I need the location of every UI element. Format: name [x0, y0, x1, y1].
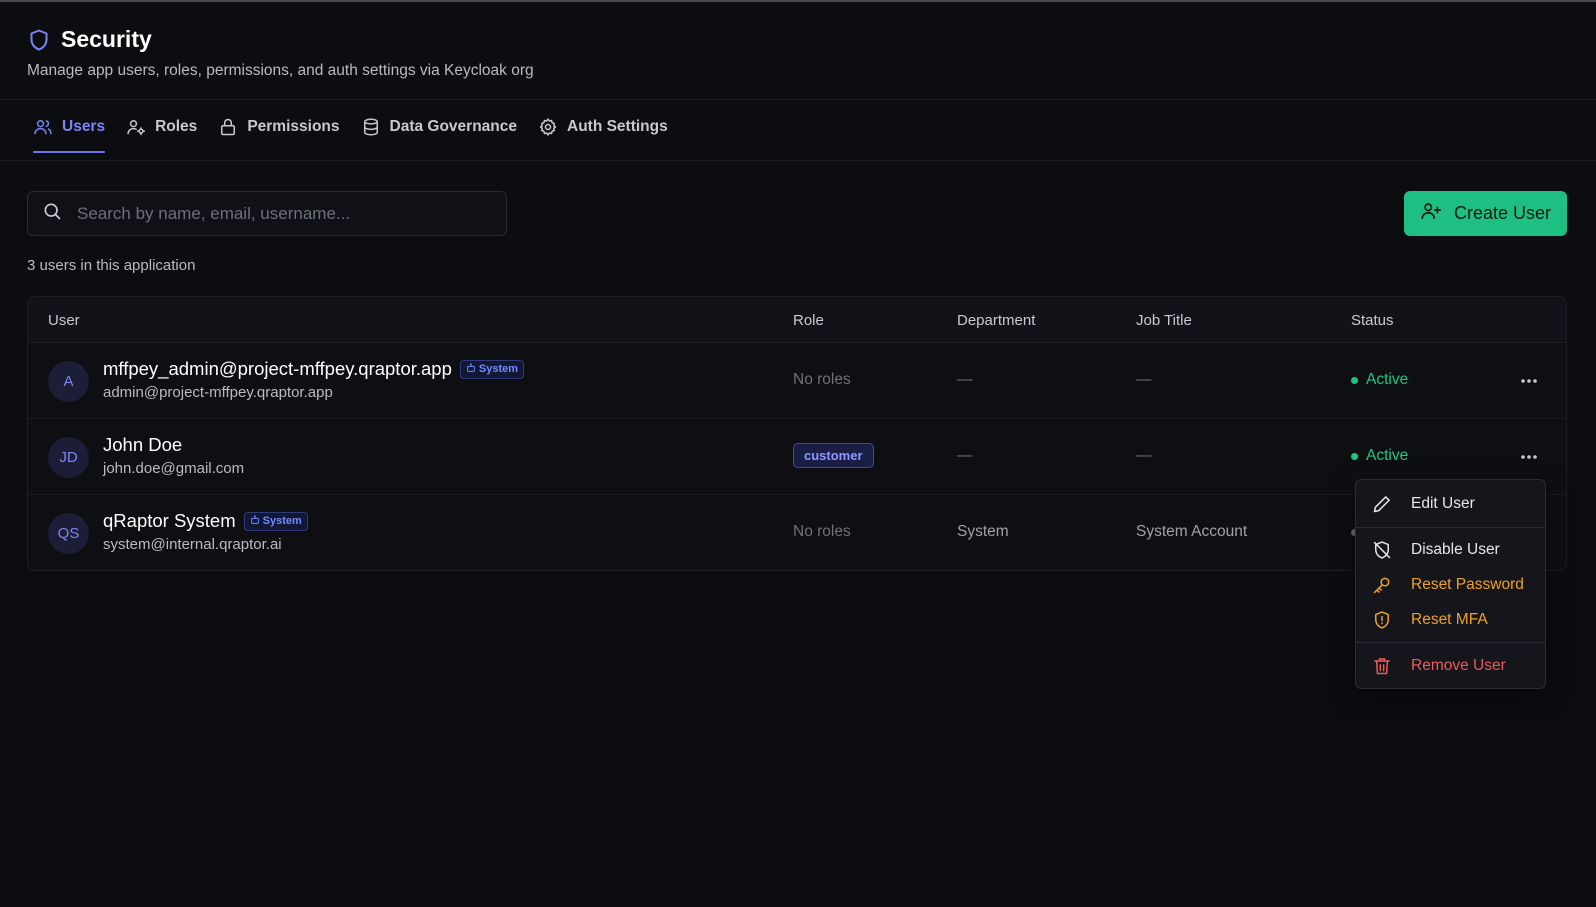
column-header-user: User: [48, 312, 80, 329]
tab-auth-settings[interactable]: Auth Settings: [538, 110, 668, 144]
search-box: [27, 191, 507, 236]
tab-label: Roles: [155, 118, 198, 135]
user-name: qRaptor System: [103, 510, 236, 531]
row-actions-button[interactable]: [1518, 369, 1540, 391]
tabs-divider: [0, 160, 1596, 161]
avatar: QS: [48, 513, 89, 554]
trash-icon: [1372, 656, 1392, 676]
system-badge-label: System: [262, 515, 302, 527]
tab-data-governance[interactable]: Data Governance: [361, 110, 518, 144]
avatar: A: [48, 361, 89, 402]
user-name: John Doe: [103, 434, 183, 455]
table-row[interactable]: JD John Doe john.doe@gmail.com customer …: [28, 419, 1566, 495]
system-badge: System: [459, 359, 525, 379]
menu-item-label: Disable User: [1411, 541, 1500, 558]
tab-label: Data Governance: [389, 118, 518, 135]
table-header: User Role Department Job Title Status: [28, 297, 1566, 343]
window-top-border: [0, 0, 1596, 2]
menu-item-reset-password[interactable]: Reset Password: [1356, 568, 1545, 602]
department-cell: —: [957, 447, 973, 464]
department-cell: —: [957, 371, 973, 388]
menu-separator: [1356, 642, 1545, 643]
pencil-icon: [1372, 494, 1392, 514]
user-email: john.doe@gmail.com: [103, 460, 245, 477]
system-badge: System: [243, 511, 308, 531]
user-email: system@internal.qraptor.ai: [103, 536, 282, 553]
avatar: JD: [48, 437, 89, 478]
column-header-department: Department: [957, 312, 1036, 329]
users-icon: [33, 117, 53, 137]
menu-item-label: Edit User: [1411, 495, 1475, 512]
menu-item-label: Reset Password: [1411, 576, 1524, 593]
tab-users[interactable]: Users: [33, 110, 106, 153]
column-header-job-title: Job Title: [1136, 312, 1192, 329]
lock-icon: [218, 117, 238, 137]
database-icon: [361, 117, 381, 137]
key-icon: [1372, 575, 1392, 595]
table-row[interactable]: QS qRaptor System System system@internal…: [28, 495, 1566, 570]
user-name: mffpey_admin@project-mffpey.qraptor.app: [103, 358, 452, 379]
user-cog-icon: [126, 117, 146, 137]
search-icon: [42, 201, 62, 226]
users-table: User Role Department Job Title Status A …: [27, 296, 1567, 571]
more-horizontal-icon: [1520, 371, 1538, 389]
user-plus-icon: [1420, 200, 1442, 227]
menu-item-reset-mfa[interactable]: Reset MFA: [1356, 603, 1545, 637]
search-input[interactable]: [77, 203, 477, 224]
page-header: Security Manage app users, roles, permis…: [27, 26, 534, 80]
menu-separator: [1356, 527, 1545, 528]
shield-icon: [27, 28, 51, 52]
column-header-role: Role: [793, 312, 824, 329]
status-dot: [1351, 452, 1358, 460]
table-row[interactable]: A mffpey_admin@project-mffpey.qraptor.ap…: [28, 343, 1566, 419]
tab-label: Auth Settings: [567, 118, 668, 135]
tab-label: Users: [62, 118, 106, 135]
create-user-label: Create User: [1453, 203, 1552, 223]
role-badge: customer: [793, 443, 874, 468]
job-title-cell: —: [1136, 447, 1152, 464]
menu-item-label: Reset MFA: [1411, 611, 1488, 628]
page-title: Security: [61, 26, 152, 52]
job-title-cell: System Account: [1136, 523, 1248, 540]
system-badge-label: System: [478, 363, 519, 375]
status-label: Active: [1366, 371, 1409, 388]
gear-icon: [538, 117, 558, 137]
row-actions-button[interactable]: [1518, 445, 1540, 467]
user-email: admin@project-mffpey.qraptor.app: [103, 384, 333, 401]
status-badge: Active: [1351, 447, 1408, 465]
shield-alert-icon: [1372, 610, 1392, 630]
tab-permissions[interactable]: Permissions: [218, 110, 340, 144]
department-cell: System: [957, 523, 1009, 540]
user-count: 3 users in this application: [27, 257, 196, 274]
status-dot: [1351, 376, 1358, 384]
menu-item-label: Remove User: [1411, 657, 1506, 674]
more-horizontal-icon: [1520, 447, 1538, 465]
job-title-cell: —: [1136, 371, 1152, 388]
tab-roles[interactable]: Roles: [126, 110, 197, 144]
menu-item-remove-user[interactable]: Remove User: [1356, 649, 1545, 683]
bot-icon: [466, 362, 476, 376]
header-divider: [0, 99, 1596, 100]
role-cell: No roles: [793, 523, 851, 540]
status-badge: Active: [1351, 371, 1408, 389]
create-user-button[interactable]: Create User: [1404, 191, 1567, 236]
menu-item-disable-user[interactable]: Disable User: [1356, 533, 1545, 567]
status-label: Active: [1366, 447, 1409, 464]
tab-bar: Users Roles Permissions Data Governance …: [33, 110, 689, 153]
shield-off-icon: [1372, 540, 1392, 560]
column-header-status: Status: [1351, 312, 1394, 329]
bot-icon: [250, 514, 260, 528]
tab-label: Permissions: [247, 118, 340, 135]
user-actions-menu: Edit User Disable User Reset Password Re…: [1355, 479, 1546, 689]
menu-item-edit-user[interactable]: Edit User: [1356, 487, 1545, 521]
role-cell: No roles: [793, 371, 851, 388]
page-subtitle: Manage app users, roles, permissions, an…: [27, 62, 534, 79]
